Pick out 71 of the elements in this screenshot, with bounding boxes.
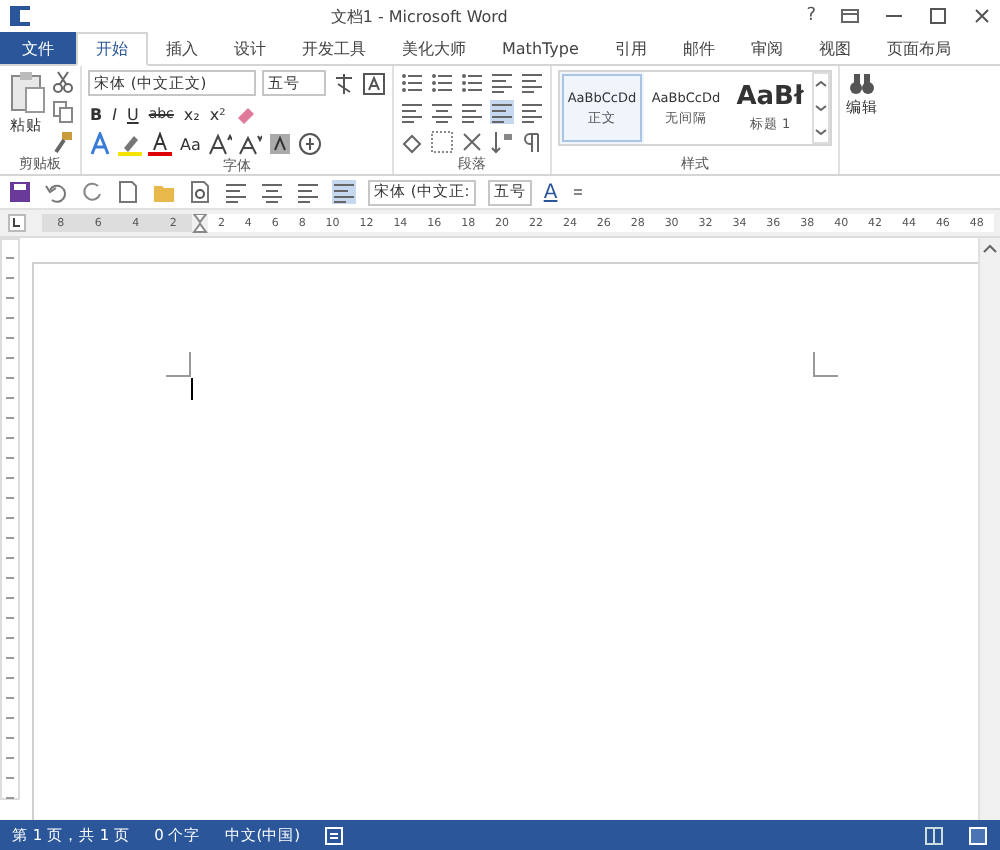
justify-icon[interactable] (490, 100, 514, 124)
print-preview-icon[interactable] (188, 180, 212, 204)
new-document-icon[interactable] (116, 180, 140, 204)
help-button[interactable]: ? (806, 6, 816, 26)
indent-marker-icon[interactable] (192, 213, 208, 233)
align-center-icon[interactable] (260, 180, 284, 204)
align-right-icon[interactable] (296, 180, 320, 204)
justify-icon[interactable] (332, 180, 356, 204)
brush-icon[interactable] (52, 130, 74, 154)
increase-indent-icon[interactable] (520, 70, 544, 94)
ribbon-tab[interactable]: 开始 (76, 32, 148, 66)
decrease-indent-icon[interactable] (490, 70, 514, 94)
highlighter-icon[interactable] (118, 132, 142, 156)
ribbon-tab[interactable]: 审阅 (732, 32, 801, 64)
character-border-icon[interactable] (362, 71, 386, 95)
ribbon-tab[interactable]: 插入 (148, 32, 216, 64)
format-button[interactable]: I (110, 105, 119, 123)
font-color-icon[interactable] (148, 132, 172, 156)
read-mode-icon[interactable] (924, 825, 944, 845)
line-spacing-icon[interactable] (520, 100, 544, 124)
binoculars-icon (848, 70, 876, 96)
ribbon-tab[interactable]: MathType (484, 32, 597, 64)
scissors-icon[interactable] (52, 70, 74, 94)
crop-mark-icon (166, 352, 192, 378)
tab-selector-icon[interactable] (8, 214, 26, 232)
close-icon[interactable] (972, 6, 992, 26)
ribbon-tab[interactable]: 开发工具 (284, 32, 384, 64)
character-shading-icon[interactable] (268, 132, 293, 156)
ribbon-tab[interactable]: 文件 (0, 32, 76, 64)
enclosed-character-icon[interactable] (298, 132, 323, 156)
sort-icon[interactable] (490, 130, 514, 154)
proofing-icon[interactable] (324, 825, 345, 845)
numbering-icon[interactable] (430, 70, 454, 94)
paragraph-mark-icon[interactable] (520, 130, 544, 154)
save-icon[interactable] (8, 180, 32, 204)
format-button[interactable]: x₂ (181, 105, 202, 123)
multilevel-list-icon[interactable] (460, 70, 484, 94)
font-color-button[interactable]: A (543, 181, 558, 203)
ribbon-tab[interactable]: 设计 (216, 32, 284, 64)
format-button[interactable]: x² (207, 105, 228, 123)
grow-font-icon[interactable] (208, 132, 233, 156)
maximize-icon[interactable] (928, 6, 948, 26)
gallery-scroll-icon[interactable] (812, 72, 830, 144)
align-right-icon[interactable] (460, 100, 484, 124)
style-preview: AaBł (736, 82, 804, 112)
window-title: 文档1 - Microsoft Word (328, 5, 510, 27)
text-effect-icon[interactable] (88, 132, 112, 156)
redo-icon[interactable] (80, 180, 104, 204)
copy-icon[interactable] (52, 100, 74, 124)
shading-icon[interactable] (400, 130, 424, 154)
crop-mark-icon (812, 352, 838, 378)
align-left-icon[interactable] (224, 180, 248, 204)
align-center-icon[interactable] (430, 100, 454, 124)
asian-layout-icon[interactable] (460, 130, 484, 154)
undo-icon[interactable] (44, 180, 68, 204)
ribbon-tab[interactable]: 视图 (800, 32, 869, 64)
text-cursor-icon (190, 378, 194, 400)
vertical-scrollbar[interactable] (978, 238, 1000, 820)
change-case-button[interactable]: Aa (178, 135, 203, 153)
borders-icon[interactable] (430, 130, 454, 154)
align-left-icon[interactable] (400, 100, 424, 124)
ribbon-tab[interactable]: 邮件 (664, 32, 733, 64)
shrink-font-icon[interactable] (238, 132, 263, 156)
ribbon-tab[interactable]: 引用 (596, 32, 665, 64)
bullets-icon[interactable] (400, 70, 424, 94)
format-button[interactable]: B (88, 105, 105, 123)
ribbon-tab[interactable]: 美化大师 (384, 32, 484, 64)
ribbon-display-icon[interactable] (840, 6, 860, 26)
format-button[interactable]: U (124, 105, 141, 123)
print-layout-icon[interactable] (968, 825, 988, 845)
ribbon-tab[interactable]: 页面布局 (868, 32, 969, 64)
